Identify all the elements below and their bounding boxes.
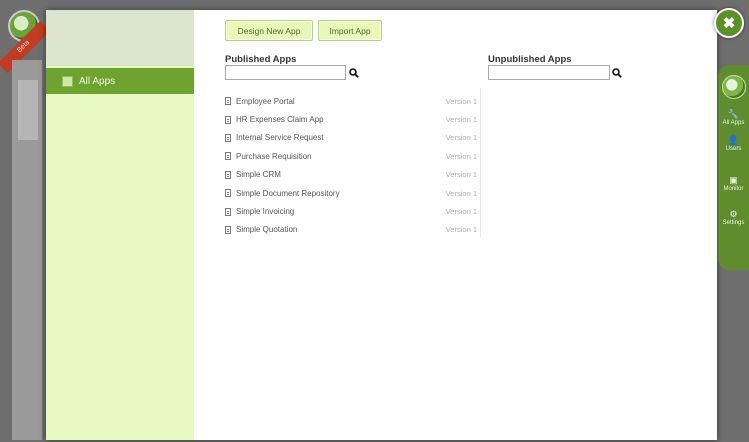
app-version: Version 1 [445, 115, 477, 125]
right-nav: 🔧 All Apps 👤 Users ▣ Monitor ⚙ Settings [718, 65, 749, 270]
document-icon [225, 225, 231, 234]
app-version: Version 1 [445, 96, 477, 106]
app-version: Version 1 [445, 225, 477, 235]
published-apps-list: Employee Portal Version 1 HR Expenses Cl… [225, 92, 477, 239]
app-version: Version 1 [445, 170, 477, 180]
unpublished-apps-title: Unpublished Apps [488, 54, 572, 65]
nav-users[interactable]: 👤 Users [718, 135, 749, 159]
apps-main-panel: Design New App Import App Published Apps… [194, 10, 717, 440]
document-icon [225, 115, 231, 124]
app-version: Version 1 [445, 133, 477, 143]
monitor-icon: ▣ [729, 175, 738, 185]
search-icon[interactable] [612, 68, 622, 78]
list-item[interactable]: Employee Portal Version 1 [225, 92, 477, 110]
list-item[interactable]: Simple Invoicing Version 1 [225, 202, 477, 220]
list-item[interactable]: Internal Service Request Version 1 [225, 129, 477, 147]
nav-settings[interactable]: ⚙ Settings [718, 209, 749, 233]
document-icon [225, 207, 231, 216]
sidebar: All Apps [46, 10, 194, 440]
app-name: Employee Portal [236, 96, 295, 106]
folder-icon [62, 75, 73, 87]
sidebar-header [46, 10, 194, 66]
document-icon [225, 133, 231, 142]
design-new-app-button[interactable]: Design New App [225, 20, 313, 41]
background-panel [12, 60, 42, 440]
app-version: Version 1 [445, 188, 477, 198]
app-version: Version 1 [445, 207, 477, 217]
app-name: Simple Invoicing [236, 207, 295, 217]
app-version: Version 1 [445, 151, 477, 161]
list-item[interactable]: HR Expenses Claim App Version 1 [225, 110, 477, 128]
published-apps-title: Published Apps [225, 54, 297, 65]
list-item[interactable]: Simple Quotation Version 1 [225, 221, 477, 239]
search-icon[interactable] [349, 68, 359, 78]
list-item[interactable]: Purchase Requisition Version 1 [225, 147, 477, 165]
published-search-input[interactable] [225, 65, 346, 80]
app-name: Purchase Requisition [236, 151, 312, 161]
document-icon [225, 170, 231, 179]
nav-all-apps[interactable]: 🔧 All Apps [718, 109, 749, 133]
document-icon [225, 97, 231, 106]
column-divider [480, 88, 481, 238]
app-name: Simple CRM [236, 170, 281, 180]
list-item[interactable]: Simple CRM Version 1 [225, 166, 477, 184]
sidebar-item-label: All Apps [79, 75, 116, 87]
document-icon [225, 152, 231, 161]
unpublished-search-input[interactable] [488, 65, 610, 80]
app-name: Simple Quotation [236, 225, 298, 235]
wrench-icon: 🔧 [727, 109, 740, 119]
app-logo-icon [722, 75, 746, 99]
app-name: Simple Document Repository [236, 188, 340, 198]
close-icon[interactable]: ✖ [714, 8, 744, 38]
apps-dialog: All Apps Design New App Import App Publi… [46, 10, 717, 440]
sidebar-item-all-apps[interactable]: All Apps [46, 68, 194, 94]
nav-monitor[interactable]: ▣ Monitor [718, 175, 749, 199]
list-item[interactable]: Simple Document Repository Version 1 [225, 184, 477, 202]
user-icon: 👤 [727, 135, 740, 145]
import-app-button[interactable]: Import App [318, 20, 382, 41]
document-icon [225, 189, 231, 198]
app-name: Internal Service Request [236, 133, 324, 143]
gear-icon: ⚙ [729, 209, 738, 219]
app-name: HR Expenses Claim App [236, 115, 324, 125]
